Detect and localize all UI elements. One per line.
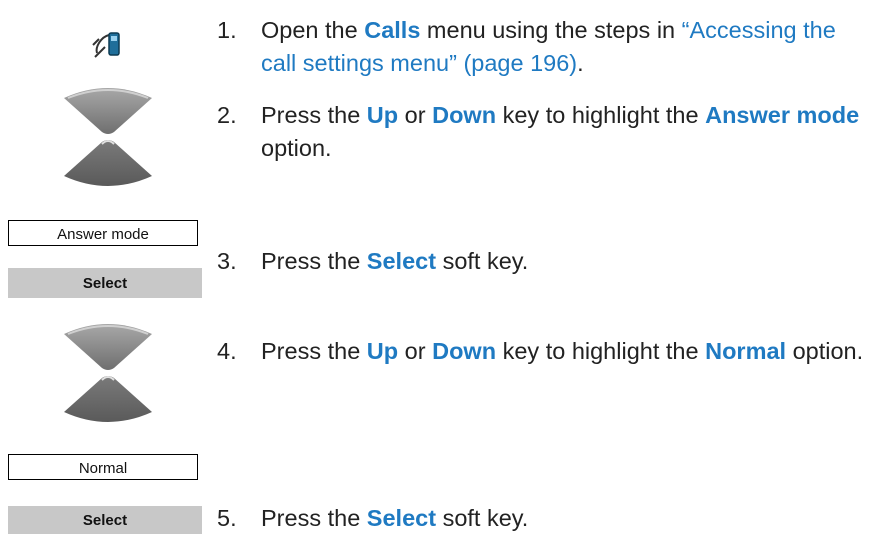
keyword-answer-mode: Answer mode [705,102,860,128]
nav-key-down-icon[interactable] [62,374,154,424]
step-5: 5. Press the Select soft key. [217,502,865,535]
keyword-down: Down [432,102,497,128]
keyword-calls: Calls [364,17,421,43]
keyword-down: Down [432,338,497,364]
step-text: Press the Up or Down key to highlight th… [261,102,860,161]
select-softkey[interactable]: Select [8,506,202,534]
nav-key-up-icon[interactable] [62,86,154,136]
display-normal: Normal [8,454,198,480]
keyword-select: Select [366,505,437,531]
keyword-up: Up [366,102,399,128]
step-number: 3. [217,248,237,274]
step-1: 1. Open the Calls menu using the steps i… [217,14,865,80]
step-4: 4. Press the Up or Down key to highlight… [217,335,865,368]
step-text: Press the Up or Down key to highlight th… [261,338,864,364]
step-text: Press the Select soft key. [261,248,529,274]
keyword-up: Up [366,338,399,364]
nav-key-up-icon[interactable] [62,322,154,372]
step-2: 2. Press the Up or Down key to highlight… [217,99,865,165]
keyword-select: Select [366,248,437,274]
step-text: Press the Select soft key. [261,505,529,531]
step-number: 1. [217,17,237,43]
keyword-normal: Normal [705,338,787,364]
step-number: 4. [217,338,237,364]
nav-key-down-icon[interactable] [62,138,154,188]
step-number: 2. [217,102,237,128]
step-number: 5. [217,505,237,531]
step-3: 3. Press the Select soft key. [217,245,865,278]
display-answer-mode: Answer mode [8,220,198,246]
select-softkey[interactable]: Select [8,268,202,298]
phone-handset-gear-icon [88,24,128,64]
step-text: Open the Calls menu using the steps in “… [261,17,836,76]
